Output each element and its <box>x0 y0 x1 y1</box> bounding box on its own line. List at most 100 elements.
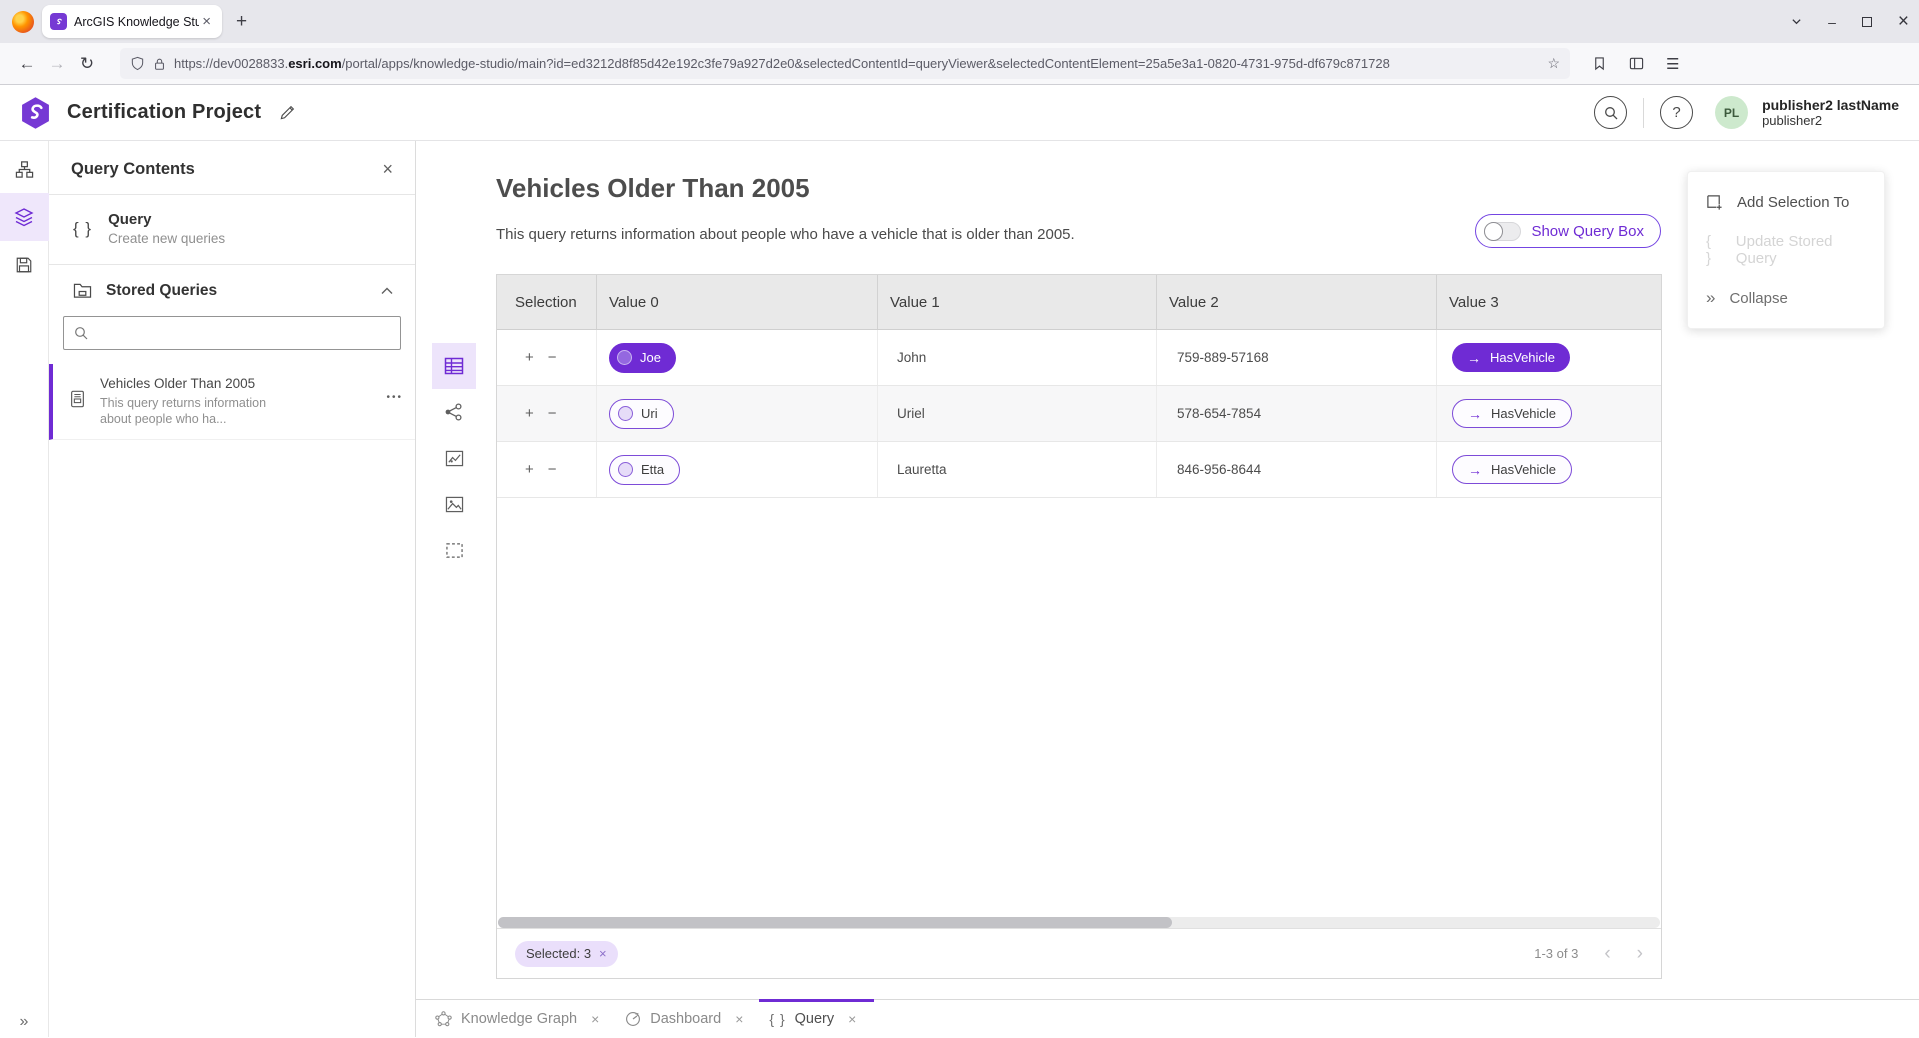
relationship-pill[interactable]: →HasVehicle <box>1452 343 1570 372</box>
column-header[interactable]: Value 1 <box>878 275 1157 329</box>
firefox-icon[interactable] <box>12 11 34 33</box>
arrow-right-icon: → <box>1468 406 1482 422</box>
app-header: Certification Project ? PL publisher2 la… <box>0 85 1919 141</box>
tab-query[interactable]: { } Query × <box>765 1000 878 1037</box>
query-results-table: Selection Value 0 Value 1 Value 2 Value … <box>496 274 1662 979</box>
table-view-button[interactable] <box>432 343 476 389</box>
rail-save-button[interactable] <box>0 241 49 289</box>
select-view-button[interactable] <box>432 527 476 573</box>
previous-page-icon[interactable]: ‹ <box>1604 943 1610 965</box>
save-bookmark-icon[interactable] <box>1592 56 1607 71</box>
menu-hamburger-icon[interactable]: ☰ <box>1666 55 1679 73</box>
view-switcher-strip <box>432 343 476 573</box>
user-info[interactable]: publisher2 lastName publisher2 <box>1762 97 1899 128</box>
window-close-button[interactable]: × <box>1898 11 1909 33</box>
new-tab-button[interactable]: + <box>236 11 247 33</box>
next-page-icon[interactable]: › <box>1637 943 1643 965</box>
workspace-tab-bar: Knowledge Graph × Dashboard × { } Query … <box>416 999 1919 1037</box>
menu-item-collapse[interactable]: » Collapse <box>1688 274 1884 322</box>
entity-pill[interactable]: Joe <box>609 343 676 373</box>
tab-knowledge-graph[interactable]: Knowledge Graph × <box>431 1000 621 1037</box>
reload-button-icon[interactable]: ↻ <box>72 54 102 74</box>
stored-queries-header[interactable]: Stored Queries <box>49 265 415 312</box>
table-row[interactable]: + − Uri Uriel 578-654-7854 →HasVehicle <box>497 386 1661 442</box>
panel-close-icon[interactable]: × <box>382 159 393 180</box>
help-button[interactable]: ? <box>1660 96 1693 129</box>
dashboard-gauge-icon <box>625 1011 641 1027</box>
window-maximize-button[interactable] <box>1862 17 1872 27</box>
tab-dashboard[interactable]: Dashboard × <box>621 1000 765 1037</box>
entity-pill[interactable]: Uri <box>609 399 674 429</box>
shield-icon[interactable] <box>130 56 145 71</box>
selected-count-chip[interactable]: Selected: 3 × <box>515 941 618 967</box>
menu-item-update-stored-query[interactable]: { } Update Stored Query <box>1688 226 1884 274</box>
scrollbar-thumb[interactable] <box>498 917 1172 928</box>
zoom-in-row-button[interactable]: + <box>525 349 534 366</box>
user-role: publisher2 <box>1762 113 1899 128</box>
search-button[interactable] <box>1594 96 1627 129</box>
new-query-item[interactable]: { } Query Create new queries <box>49 195 415 264</box>
add-selection-icon <box>1706 194 1723 211</box>
expand-panel-icon[interactable]: » <box>20 1013 29 1031</box>
cell-value1: Lauretta <box>878 442 1157 497</box>
browser-url-bar: ← → ↻ https://dev0028833.esri.com/portal… <box>0 43 1919 85</box>
toggle-switch[interactable] <box>1484 222 1521 241</box>
cell-value1: Uriel <box>878 386 1157 441</box>
column-header[interactable]: Value 0 <box>597 275 878 329</box>
column-header[interactable]: Selection <box>497 275 597 329</box>
close-tab-icon[interactable]: × <box>591 1011 599 1027</box>
lock-icon[interactable] <box>153 57 166 71</box>
zoom-out-row-button[interactable]: − <box>548 461 557 478</box>
stored-queries-folder-icon <box>73 283 92 300</box>
cell-value1: John <box>878 330 1157 385</box>
table-grid-icon <box>444 357 464 375</box>
relationship-pill[interactable]: →HasVehicle <box>1452 399 1572 428</box>
zoom-in-row-button[interactable]: + <box>525 405 534 422</box>
selection-context-menu: Add Selection To { } Update Stored Query… <box>1687 171 1885 329</box>
project-title: Certification Project <box>67 101 261 124</box>
user-avatar[interactable]: PL <box>1715 96 1748 129</box>
zoom-in-row-button[interactable]: + <box>525 461 534 478</box>
forward-button-icon[interactable]: → <box>42 54 72 74</box>
edit-pencil-icon[interactable] <box>279 104 296 121</box>
entity-dot-icon <box>617 350 632 365</box>
column-header[interactable]: Value 2 <box>1157 275 1437 329</box>
chart-view-button[interactable] <box>432 435 476 481</box>
search-icon <box>1604 106 1618 120</box>
url-field[interactable]: https://dev0028833.esri.com/portal/apps/… <box>120 48 1570 79</box>
search-icon <box>74 326 88 340</box>
panel-title: Query Contents <box>71 160 382 179</box>
marquee-select-icon <box>445 542 464 559</box>
show-query-box-toggle[interactable]: Show Query Box <box>1475 214 1661 248</box>
zoom-out-row-button[interactable]: − <box>548 405 557 422</box>
zoom-out-row-button[interactable]: − <box>548 349 557 366</box>
map-view-button[interactable] <box>432 481 476 527</box>
sidebar-toggle-icon[interactable] <box>1629 56 1644 71</box>
clear-selection-icon[interactable]: × <box>599 946 607 961</box>
list-tabs-icon[interactable] <box>1791 16 1802 27</box>
item-options-ellipsis-icon[interactable]: ••• <box>386 376 403 427</box>
window-minimize-button[interactable]: – <box>1828 14 1836 30</box>
rail-contents-button[interactable] <box>0 193 49 241</box>
close-tab-icon[interactable]: × <box>735 1011 743 1027</box>
menu-item-add-selection-to[interactable]: Add Selection To <box>1688 178 1884 226</box>
stored-query-description: This query returns information about peo… <box>100 395 300 427</box>
arrow-right-icon: → <box>1467 350 1481 366</box>
browser-tab[interactable]: ArcGIS Knowledge Studio × <box>42 5 222 38</box>
stored-query-list-item[interactable]: Vehicles Older Than 2005 This query retu… <box>49 364 415 440</box>
table-row[interactable]: + − Etta Lauretta 846-956-8644 →HasVehic… <box>497 442 1661 498</box>
collapse-section-chevron-icon[interactable] <box>381 287 393 295</box>
table-header-row: Selection Value 0 Value 1 Value 2 Value … <box>497 275 1661 330</box>
horizontal-scrollbar[interactable] <box>498 917 1660 928</box>
link-chart-view-button[interactable] <box>432 389 476 435</box>
close-tab-icon[interactable]: × <box>848 1011 856 1027</box>
table-row[interactable]: + − Joe John 759-889-57168 →HasVehicle <box>497 330 1661 386</box>
rail-data-model-button[interactable] <box>0 145 49 193</box>
tab-close-icon[interactable]: × <box>199 13 214 30</box>
back-button-icon[interactable]: ← <box>12 54 42 74</box>
column-header[interactable]: Value 3 <box>1437 275 1661 329</box>
bookmark-star-icon[interactable]: ☆ <box>1547 55 1560 72</box>
stored-queries-search-input[interactable] <box>63 316 401 350</box>
entity-pill[interactable]: Etta <box>609 455 680 485</box>
relationship-pill[interactable]: →HasVehicle <box>1452 455 1572 484</box>
